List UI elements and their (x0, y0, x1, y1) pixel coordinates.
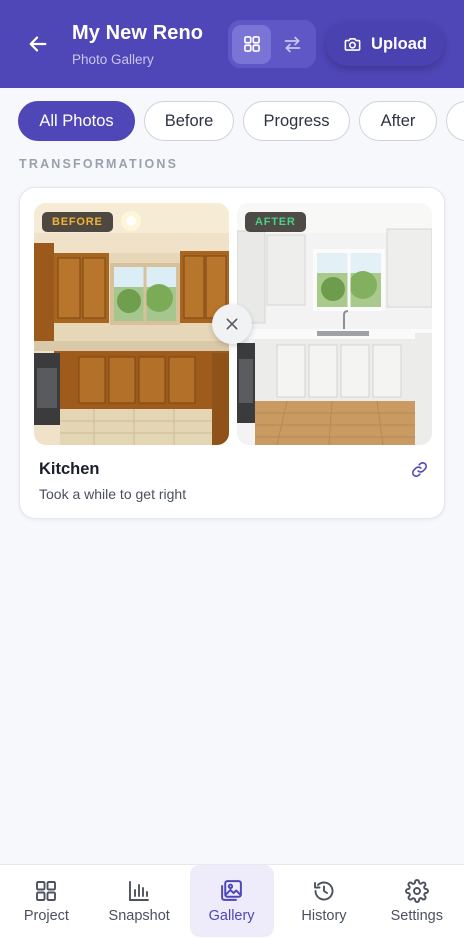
close-icon (226, 318, 238, 330)
bar-chart-icon (129, 880, 150, 901)
card-title: Kitchen (39, 460, 100, 478)
transformation-card[interactable]: BEFORE AFTER Kitchen Took a while to get… (19, 187, 445, 519)
page-subtitle: Photo Gallery (72, 52, 154, 67)
nav-label-history: History (301, 907, 347, 924)
arrow-left-icon (29, 36, 47, 52)
arrows-swap-icon (284, 36, 301, 52)
camera-icon (344, 37, 361, 51)
nav-label-settings: Settings (390, 907, 443, 924)
upload-label: Upload (371, 34, 427, 53)
filter-chips: All Photos Before Progress After (18, 101, 464, 143)
filter-chip-more[interactable] (446, 101, 464, 141)
grid-icon (36, 880, 57, 901)
gear-icon (404, 878, 429, 903)
grid-view-button[interactable] (232, 24, 271, 64)
before-badge: BEFORE (42, 212, 113, 232)
page-title: My New Reno (72, 22, 204, 44)
kitchen-before-image (34, 203, 229, 445)
nav-item-history[interactable]: History (278, 865, 371, 937)
filter-chip-after[interactable]: After (359, 101, 437, 141)
link-icon (411, 461, 427, 477)
nav-label-project: Project (23, 907, 69, 924)
compare-view-button[interactable] (273, 25, 312, 64)
nav-item-gallery[interactable]: Gallery (189, 865, 274, 937)
card-description: Took a while to get right (39, 486, 187, 502)
nav-label-gallery: Gallery (208, 908, 255, 924)
remove-comparison-button[interactable] (212, 304, 252, 344)
before-photo[interactable]: BEFORE (34, 203, 229, 445)
nav-item-settings[interactable]: Settings (370, 865, 463, 937)
upload-button[interactable]: Upload (326, 22, 444, 66)
filter-chip-progress[interactable]: Progress (243, 101, 350, 141)
nav-label-snapshot: Snapshot (108, 907, 170, 924)
section-label: TRANSFORMATIONS (19, 157, 179, 171)
history-clock-icon (314, 881, 334, 900)
filter-chip-all-photos[interactable]: All Photos (18, 101, 135, 141)
app-header: My New Reno Photo Gallery Upload (0, 0, 464, 88)
view-toggle (228, 20, 316, 68)
image-gallery-icon (221, 880, 242, 901)
bottom-navigation: Project Snapshot Gallery History Setting… (0, 864, 464, 938)
filter-chip-before[interactable]: Before (144, 101, 234, 141)
nav-item-snapshot[interactable]: Snapshot (93, 865, 186, 937)
back-button[interactable] (22, 28, 54, 60)
kitchen-after-image (237, 203, 432, 445)
share-link-button[interactable] (408, 458, 430, 480)
nav-item-project[interactable]: Project (0, 865, 93, 937)
grid-icon (243, 36, 260, 52)
after-photo[interactable]: AFTER (237, 203, 432, 445)
after-badge: AFTER (245, 212, 306, 232)
